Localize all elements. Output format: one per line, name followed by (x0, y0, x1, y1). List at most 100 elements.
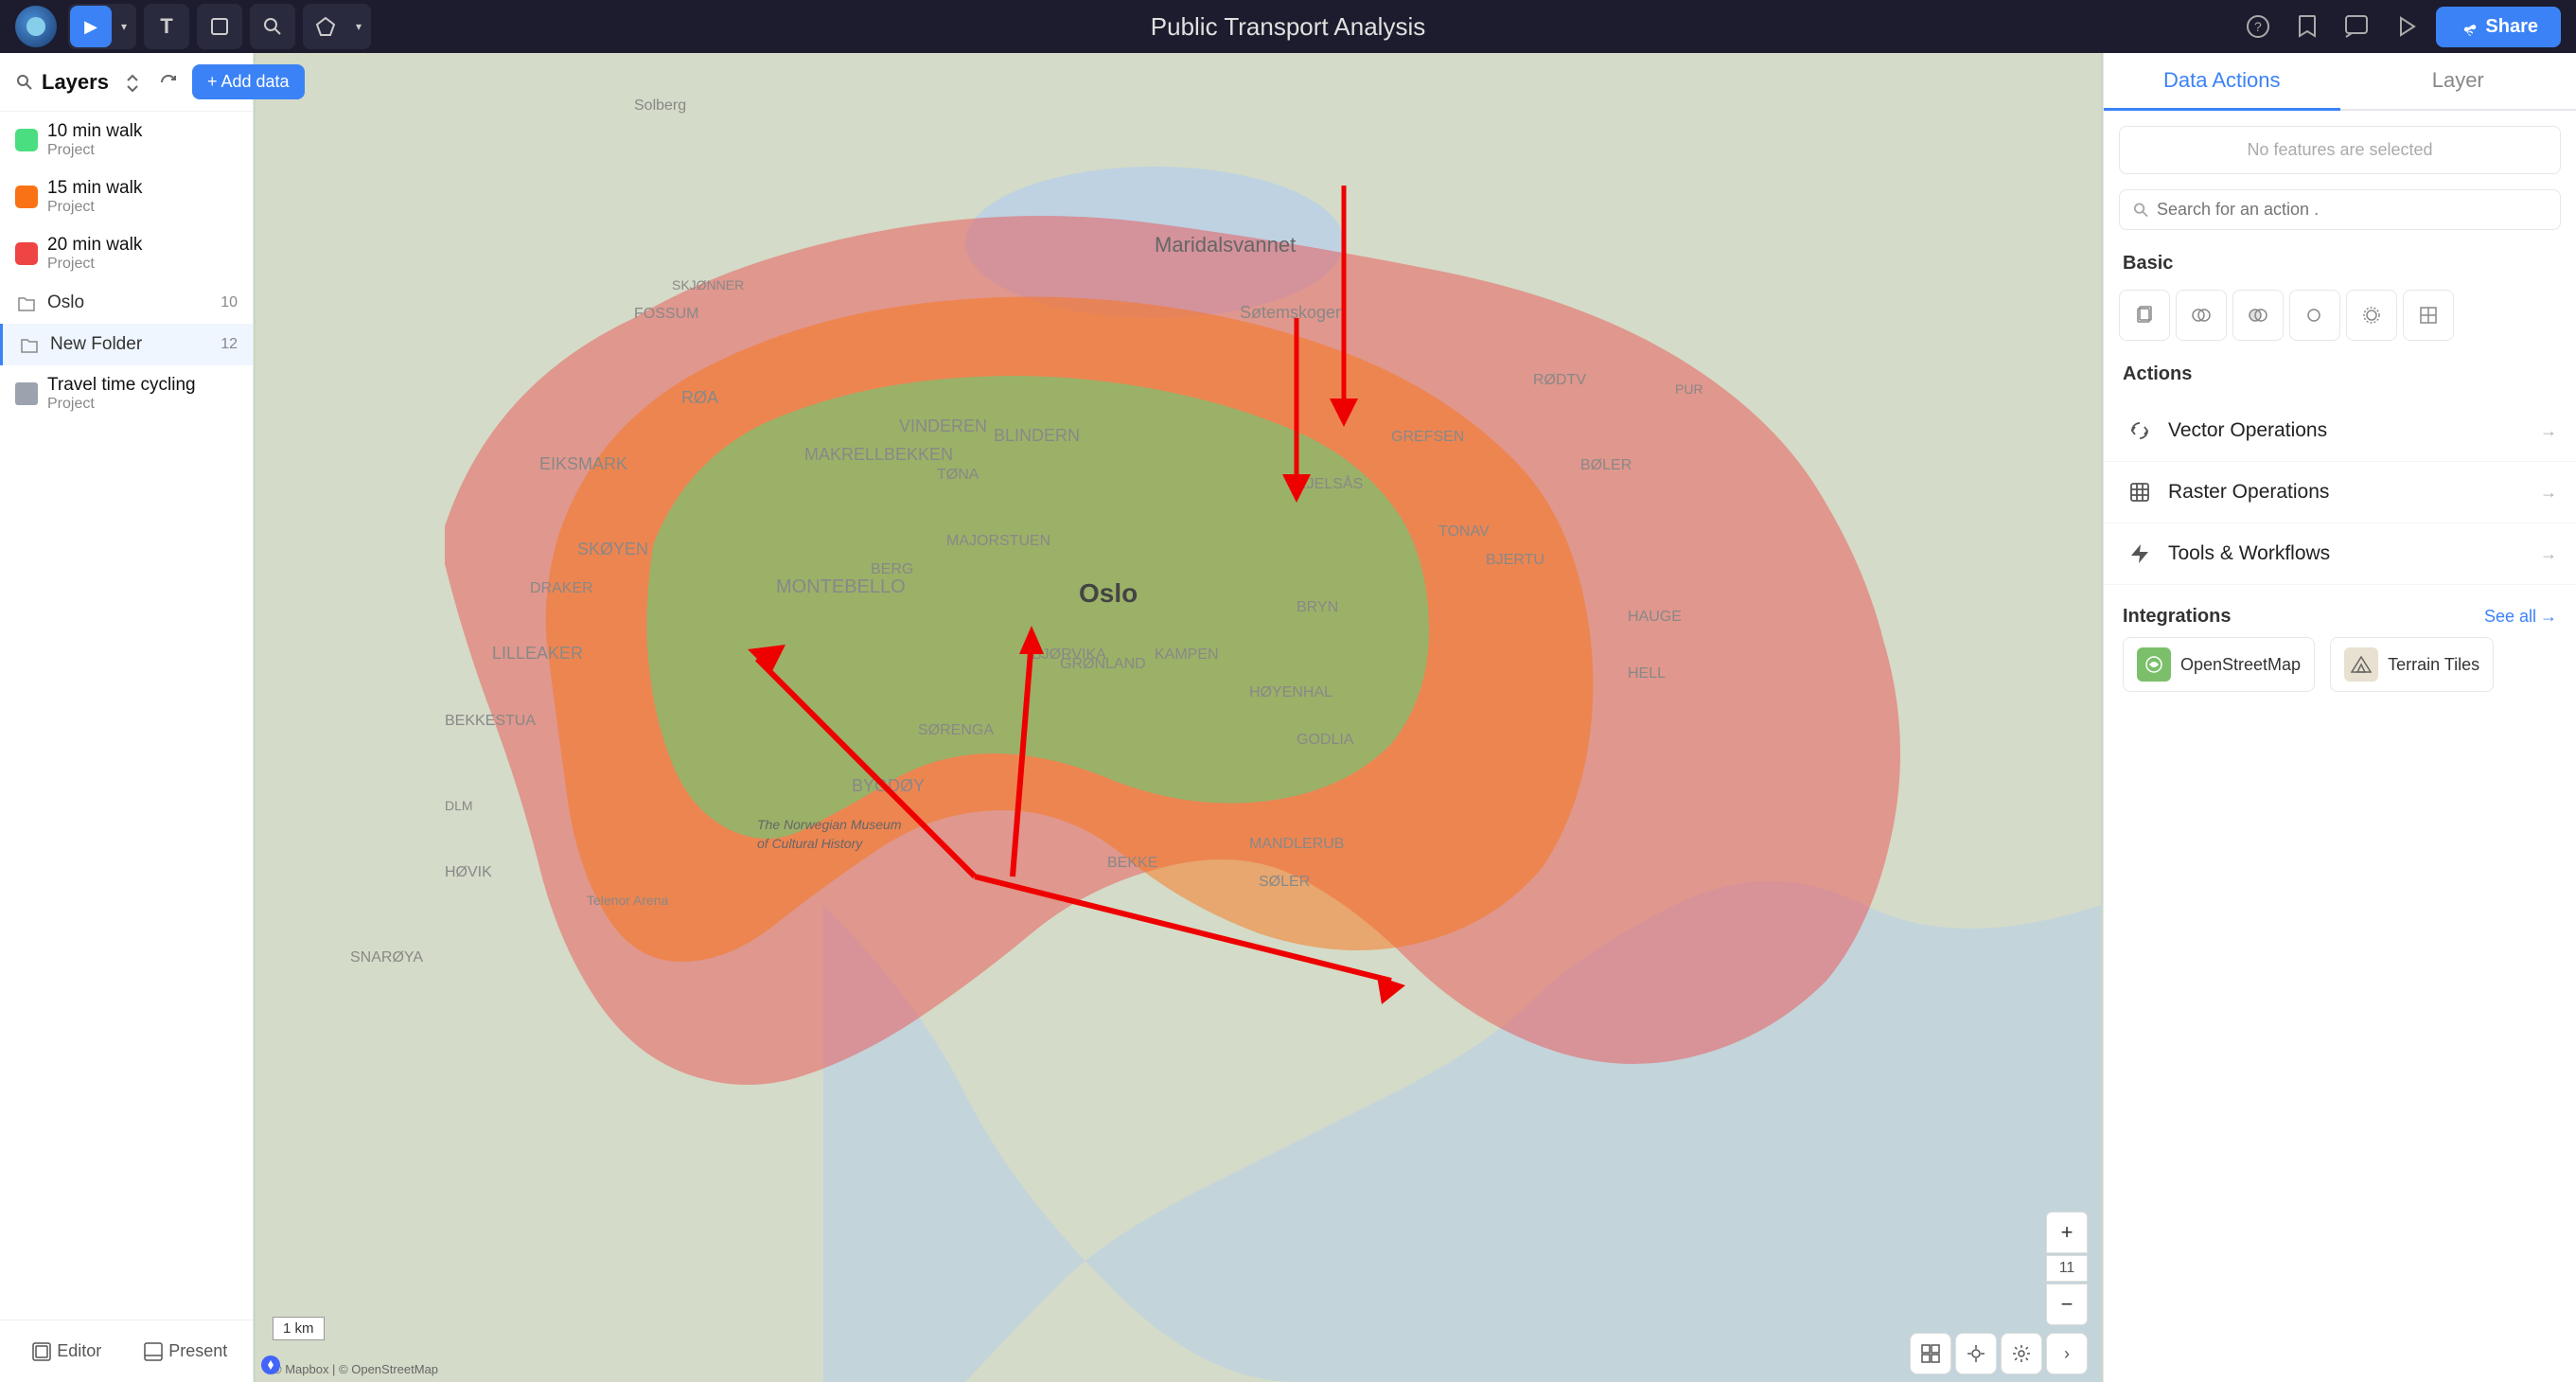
add-data-button[interactable]: + Add data (192, 64, 305, 99)
play-icon[interactable] (2387, 8, 2425, 45)
layer-item-20min[interactable]: 20 min walk Project (0, 225, 253, 282)
svg-text:BEKKESTUA: BEKKESTUA (445, 713, 536, 729)
search-icon (2133, 202, 2149, 219)
svg-text:HØYENHAL: HØYENHAL (1249, 684, 1332, 700)
svg-text:FOSSUM: FOSSUM (634, 306, 698, 322)
search-icon[interactable] (15, 66, 34, 98)
refresh-icon[interactable] (152, 66, 185, 98)
zoom-out-btn[interactable]: − (2046, 1284, 2088, 1325)
svg-text:SØLER: SØLER (1259, 874, 1310, 890)
basic-label: Basic (2104, 245, 2576, 282)
basic-icon-buffer[interactable] (2346, 290, 2397, 341)
search-input[interactable] (2157, 200, 2547, 220)
basic-icon-grid[interactable] (2403, 290, 2454, 341)
zoom-in-btn[interactable]: + (2046, 1212, 2088, 1253)
basic-icons-row (2104, 282, 2576, 356)
vector-operations-row[interactable]: Vector Operations → (2104, 400, 2576, 462)
basic-icon-copy[interactable] (2119, 290, 2170, 341)
tool-group-2: T (144, 4, 189, 49)
folder-name-newfolder: New Folder (50, 334, 211, 355)
svg-text:VINDEREN: VINDEREN (899, 416, 987, 435)
comment-icon[interactable] (2338, 8, 2375, 45)
search-tool[interactable] (252, 6, 293, 47)
map-style-btn[interactable] (1910, 1333, 1951, 1374)
openstreetmap-integration[interactable]: OpenStreetMap (2123, 637, 2315, 692)
app-logo[interactable] (15, 6, 57, 47)
left-sidebar: Layers + Add data 10 min walk Project 15… (0, 53, 254, 1382)
expand-btn[interactable]: › (2046, 1333, 2088, 1374)
actions-section: Vector Operations → Raster Operations → … (2104, 393, 2576, 593)
sidebar-header-icons (116, 66, 185, 98)
layer-item-15min[interactable]: 15 min walk Project (0, 168, 253, 225)
collapse-icon[interactable] (116, 66, 149, 98)
text-tool[interactable]: T (146, 6, 187, 47)
layer-color-10min (15, 129, 38, 151)
svg-text:Telenor Arena: Telenor Arena (587, 893, 669, 908)
folder-name-oslo: Oslo (47, 292, 211, 313)
svg-text:Maridalsvannet: Maridalsvannet (1155, 233, 1296, 257)
vector-operations-arrow: → (2540, 421, 2557, 441)
sidebar-title: Layers (42, 70, 109, 95)
svg-text:SØRENGA: SØRENGA (918, 722, 994, 738)
search-box[interactable] (2119, 189, 2561, 230)
map-area[interactable]: Oslo Maridalsvannet Søtemskogen EIKSMARK… (254, 53, 2103, 1382)
app-title: Public Transport Analysis (1151, 12, 1425, 42)
svg-text:RØA: RØA (681, 388, 718, 407)
svg-text:EIKSMARK: EIKSMARK (539, 454, 627, 473)
bookmark-icon[interactable] (2288, 8, 2326, 45)
folder-icon-oslo (15, 292, 38, 314)
svg-text:SKØYEN: SKØYEN (577, 540, 648, 558)
share-button[interactable]: Share (2436, 7, 2561, 47)
folder-count-newfolder: 12 (221, 336, 238, 353)
svg-text:BERG: BERG (871, 561, 913, 577)
layer-sub-cycling: Project (47, 396, 238, 413)
see-all-btn[interactable]: See all → (2484, 607, 2557, 627)
svg-text:The Norwegian Museum: The Norwegian Museum (757, 817, 902, 832)
tools-workflows-row[interactable]: Tools & Workflows → (2104, 523, 2576, 585)
svg-text:KAMPEN: KAMPEN (1155, 647, 1219, 663)
data-actions-tab[interactable]: Data Actions (2104, 53, 2340, 111)
tool-group-4 (250, 4, 295, 49)
integrations-title: Integrations (2123, 606, 2480, 628)
scale-label: 1 km (283, 1320, 314, 1337)
svg-text:LILLEAKER: LILLEAKER (492, 644, 583, 663)
no-features-text: No features are selected (2247, 140, 2432, 159)
layer-sub-20min: Project (47, 256, 238, 273)
raster-operations-row[interactable]: Raster Operations → (2104, 462, 2576, 523)
svg-text:RØDTV: RØDTV (1533, 372, 1586, 388)
shape-tool[interactable] (199, 6, 240, 47)
svg-text:of Cultural History: of Cultural History (757, 836, 863, 851)
terrain-tiles-integration[interactable]: Terrain Tiles (2330, 637, 2494, 692)
raster-operations-arrow: → (2540, 483, 2557, 503)
folder-item-oslo[interactable]: Oslo 10 (0, 282, 253, 324)
layer-name-cycling: Travel time cycling (47, 375, 238, 396)
layer-item-10min[interactable]: 10 min walk Project (0, 112, 253, 168)
svg-text:TØNA: TØNA (937, 467, 979, 483)
help-icon[interactable]: ? (2239, 8, 2277, 45)
tool-group-5: ▾ (303, 4, 371, 49)
svg-text:MANDLERUB: MANDLERUB (1249, 836, 1344, 852)
editor-btn[interactable]: Editor (11, 1332, 123, 1371)
svg-text:BRYN: BRYN (1297, 599, 1338, 615)
map-scale: 1 km (273, 1317, 325, 1340)
basic-icon-difference[interactable] (2232, 290, 2284, 341)
select-tool[interactable]: ▶ (70, 6, 112, 47)
folder-item-newfolder[interactable]: New Folder 12 (0, 324, 253, 365)
layer-sub-10min: Project (47, 142, 238, 159)
settings-btn[interactable] (2001, 1333, 2042, 1374)
dropdown-arrow-5[interactable]: ▾ (348, 6, 369, 47)
layer-item-travel-cycling[interactable]: Travel time cycling Project (0, 365, 253, 422)
basic-icon-union[interactable] (2289, 290, 2340, 341)
basic-icon-intersect[interactable] (2176, 290, 2227, 341)
dropdown-arrow-1[interactable]: ▾ (114, 6, 134, 47)
topbar: ▶ ▾ T ▾ Public Transport Analysis ? (0, 0, 2576, 53)
map-svg: Oslo Maridalsvannet Søtemskogen EIKSMARK… (254, 53, 2103, 1382)
svg-text:GREFSEN: GREFSEN (1391, 429, 1464, 445)
svg-text:BLINDERN: BLINDERN (994, 426, 1080, 445)
layer-tab[interactable]: Layer (2340, 53, 2576, 109)
marker-tool[interactable] (305, 6, 346, 47)
location-btn[interactable] (1955, 1333, 1997, 1374)
present-label: Present (168, 1341, 227, 1361)
tools-workflows-arrow: → (2540, 544, 2557, 564)
present-btn[interactable]: Present (131, 1332, 242, 1371)
